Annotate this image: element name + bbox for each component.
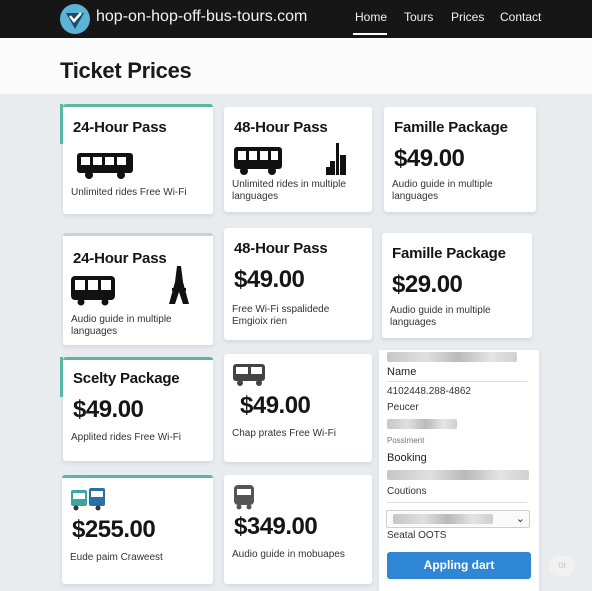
ticket-card[interactable]: $349.00 Audio guide in mobuapes bbox=[224, 475, 372, 584]
top-navigation-bar: hop-on-hop-off-bus-tours.com Home Tours … bbox=[0, 0, 592, 38]
card-price: $49.00 bbox=[73, 396, 144, 423]
ticket-card[interactable]: 24-Hour Pass Unlimited rides Free Wi-Fi bbox=[60, 104, 213, 214]
bus-front-icon bbox=[233, 364, 265, 386]
nav-home[interactable]: Home bbox=[355, 10, 387, 24]
blurred-field bbox=[387, 352, 517, 362]
card-title: 24-Hour Pass bbox=[73, 119, 167, 136]
booking-label: Booking bbox=[387, 452, 427, 464]
card-description: Free Wi-Fi sspalidede Emgioix rien bbox=[232, 304, 330, 327]
check-badge-icon[interactable] bbox=[60, 4, 90, 34]
peucer-label: Peucer bbox=[387, 402, 419, 413]
nav-prices[interactable]: Prices bbox=[451, 10, 484, 24]
card-title: 48-Hour Pass bbox=[234, 119, 328, 136]
blurred-field[interactable] bbox=[387, 419, 457, 429]
card-price: $49.00 bbox=[394, 145, 465, 172]
card-description: Audio guide in mobuapes bbox=[232, 549, 345, 560]
card-description: Unlimited rides Free Wi-Fi bbox=[71, 187, 187, 198]
card-price: $49.00 bbox=[234, 266, 305, 293]
position-label: Possiment bbox=[387, 436, 425, 445]
card-description: Audio guide in multiple languages bbox=[390, 305, 491, 328]
card-price: $29.00 bbox=[392, 271, 463, 298]
card-title: Famille Package bbox=[392, 245, 506, 262]
ticket-card[interactable]: Famille Package $29.00 Audio guide in mu… bbox=[382, 233, 532, 338]
coutions-label: Coutions bbox=[387, 486, 427, 497]
nav-tours[interactable]: Tours bbox=[404, 10, 433, 24]
card-price: $255.00 bbox=[72, 516, 156, 543]
card-price: $49.00 bbox=[240, 392, 311, 419]
accent-bar bbox=[60, 357, 63, 397]
card-title: Famille Package bbox=[394, 119, 508, 136]
bus-icon bbox=[77, 153, 133, 179]
bus-small-icon bbox=[234, 485, 254, 510]
card-description: Unlimited rides in multiple languages bbox=[232, 179, 346, 202]
ticket-card[interactable]: 48-Hour Pass Unlimited rides in multiple… bbox=[224, 107, 372, 212]
ticket-card[interactable]: Famille Package $49.00 Audio guide in mu… bbox=[384, 107, 536, 212]
floating-action-button[interactable]: oi bbox=[549, 556, 575, 576]
seat-select[interactable]: ⌄ bbox=[386, 510, 530, 528]
field-divider bbox=[387, 381, 527, 382]
card-description: Audio guide in multiple languages bbox=[71, 314, 172, 337]
card-description: Eude paim Craweest bbox=[70, 552, 163, 563]
bus-skyline-icon bbox=[234, 143, 346, 175]
card-description: Applited rides Free Wi-Fi bbox=[71, 432, 182, 443]
card-description: Audio guide in multiple languages bbox=[392, 179, 493, 202]
blurred-field[interactable] bbox=[387, 470, 529, 480]
card-description: Chap prates Free Wi-Fi bbox=[232, 428, 336, 439]
ticket-card[interactable]: Scelty Package $49.00 Applited rides Fre… bbox=[60, 357, 213, 461]
page-title: Ticket Prices bbox=[60, 58, 192, 83]
field-divider bbox=[387, 502, 527, 503]
card-title: 48-Hour Pass bbox=[234, 240, 328, 257]
seatal-label: Seatal OOTS bbox=[387, 530, 447, 541]
chevron-down-icon[interactable]: ⌄ bbox=[516, 512, 525, 525]
bus-eiffel-icon bbox=[71, 266, 189, 306]
accent-bar bbox=[60, 104, 63, 144]
site-brand[interactable]: hop-on-hop-off-bus-tours.com bbox=[96, 8, 307, 26]
blurred-field bbox=[393, 514, 493, 524]
ticket-card[interactable]: $255.00 Eude paim Craweest bbox=[62, 475, 213, 584]
bus-pair-icon bbox=[71, 488, 105, 511]
active-nav-indicator bbox=[353, 33, 387, 35]
ticket-card[interactable]: 48-Hour Pass $49.00 Free Wi-Fi sspalided… bbox=[224, 228, 372, 340]
ticket-card[interactable]: 24-Hour Pass Audio guide in multiple lan… bbox=[63, 233, 213, 345]
apply-button[interactable]: Appling dart bbox=[387, 552, 531, 579]
ticket-card[interactable]: $49.00 Chap prates Free Wi-Fi bbox=[224, 354, 372, 462]
card-price: $349.00 bbox=[234, 513, 318, 540]
nav-contact[interactable]: Contact bbox=[500, 10, 541, 24]
name-label: Name bbox=[387, 366, 417, 378]
phone-field[interactable]: 4102448.288-4862 bbox=[387, 386, 471, 397]
card-title: Scelty Package bbox=[73, 370, 180, 387]
